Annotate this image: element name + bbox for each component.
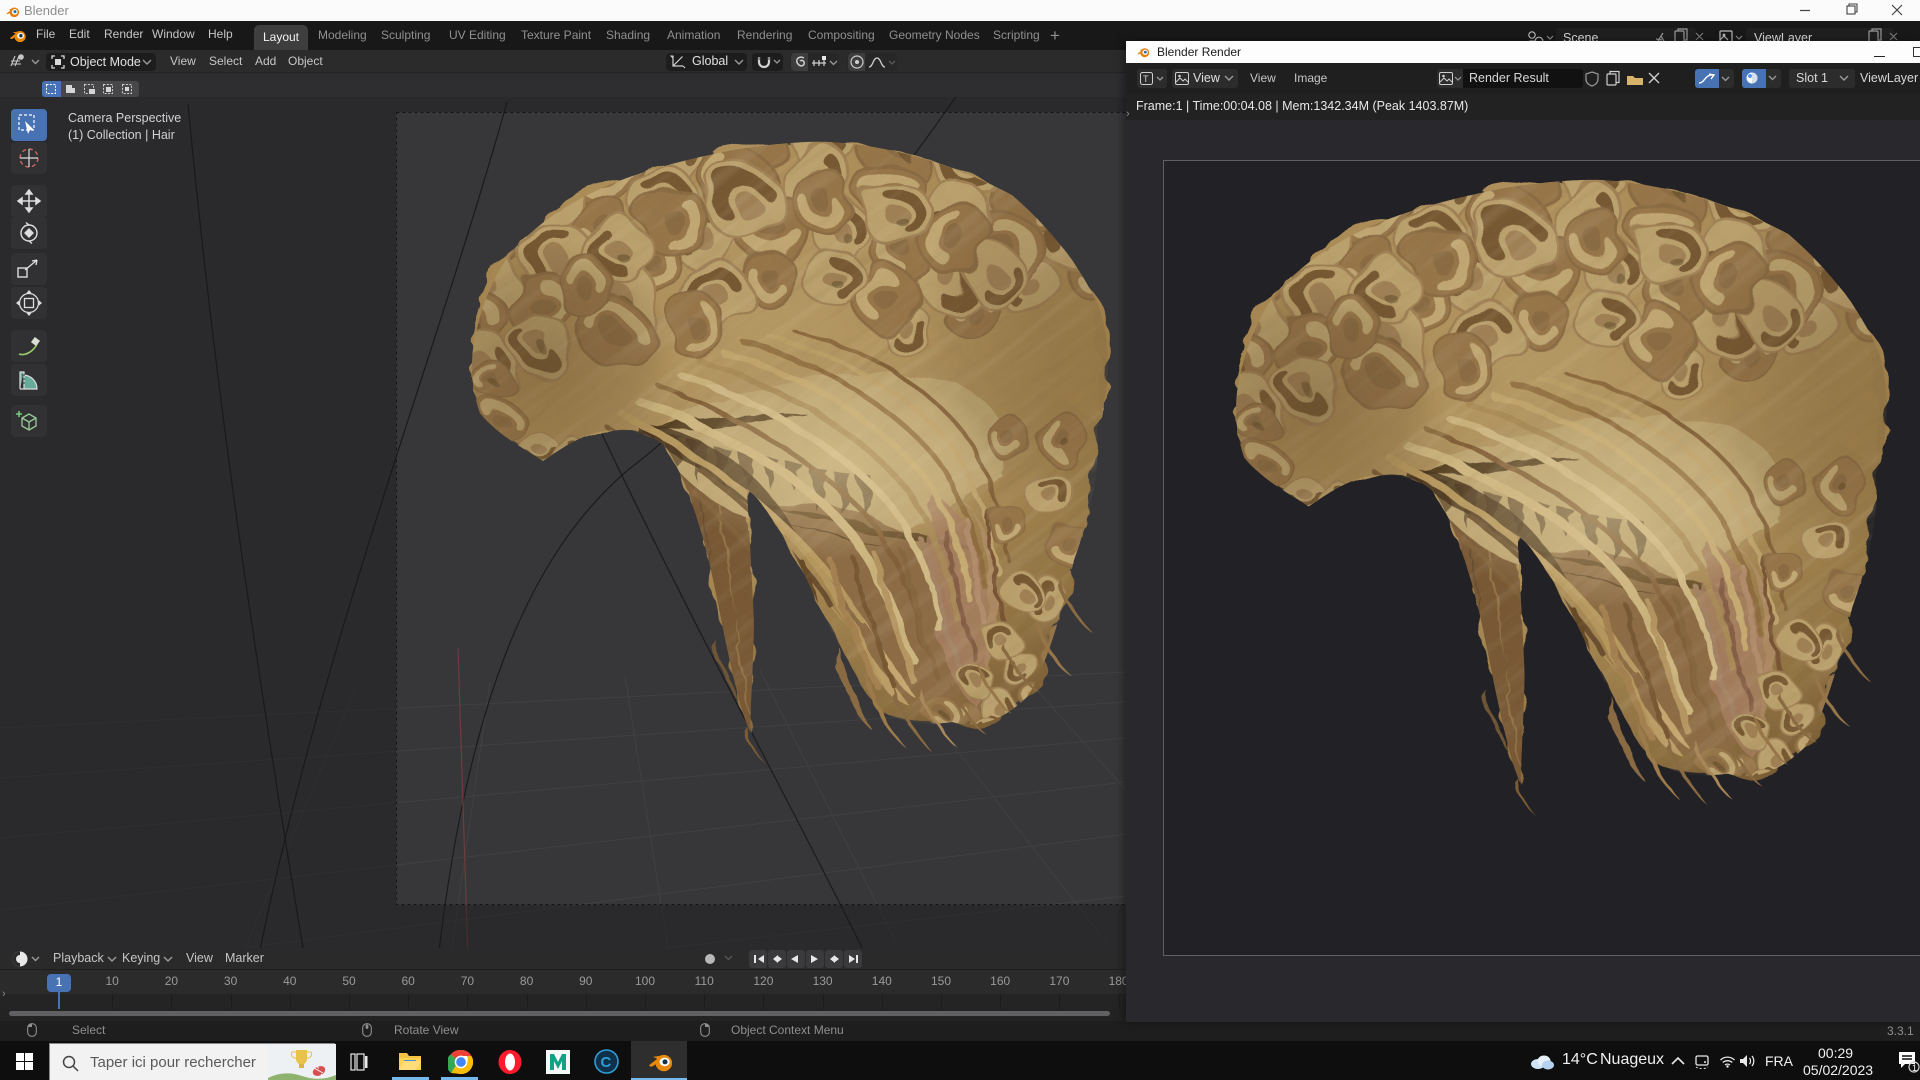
svg-text:T: T: [1143, 74, 1149, 84]
svg-text:1: 1: [1912, 1063, 1917, 1073]
svg-text:C: C: [601, 1054, 612, 1071]
